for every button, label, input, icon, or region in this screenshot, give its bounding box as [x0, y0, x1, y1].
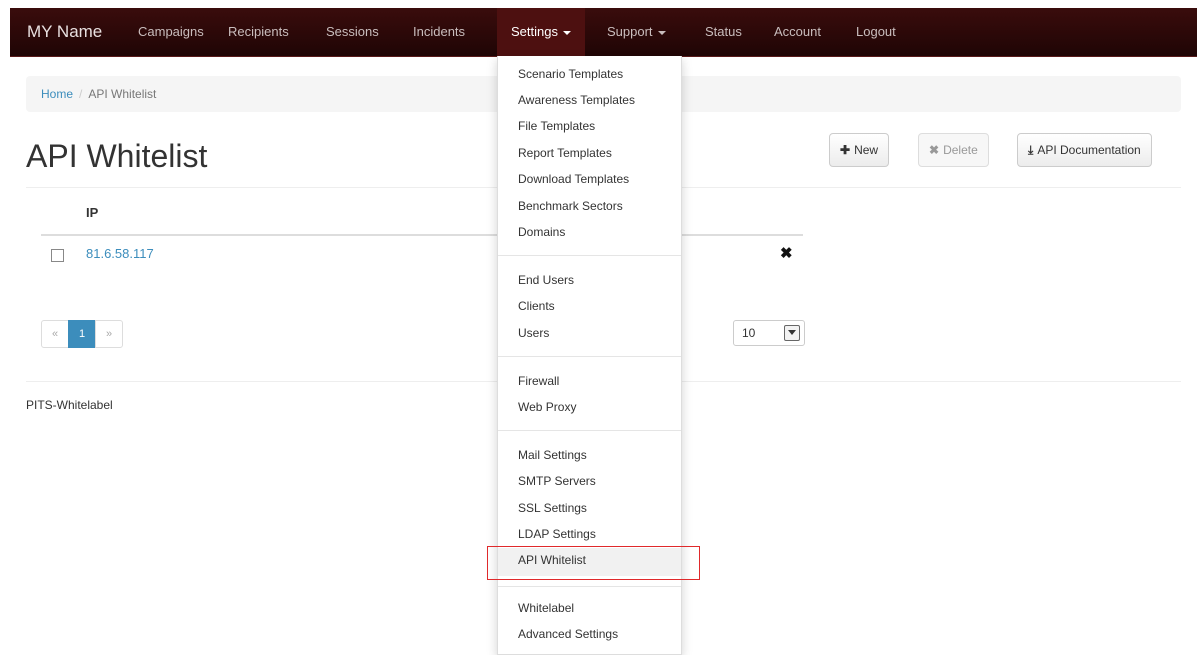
nav-sessions[interactable]: Sessions: [326, 8, 379, 56]
pagination: « 1 »: [41, 320, 123, 348]
menu-item-clients[interactable]: Clients: [518, 299, 555, 313]
nav-account[interactable]: Account: [774, 8, 821, 56]
page-title: API Whitelist: [26, 138, 208, 174]
menu-divider: [498, 430, 681, 431]
delete-button-label: Delete: [943, 143, 978, 157]
menu-item-ldap-settings[interactable]: LDAP Settings: [518, 527, 596, 541]
menu-item-users[interactable]: Users: [518, 326, 549, 340]
new-button-label: New: [854, 143, 879, 157]
menu-item-download-templates[interactable]: Download Templates: [518, 172, 629, 186]
menu-divider: [498, 356, 681, 357]
menu-item-report-templates[interactable]: Report Templates: [518, 146, 612, 160]
page-size-value: 10: [742, 326, 756, 340]
pagination-prev[interactable]: «: [41, 320, 69, 348]
breadcrumb-current: API Whitelist: [88, 87, 157, 101]
menu-item-file-templates[interactable]: File Templates: [518, 119, 595, 133]
menu-item-whitelabel[interactable]: Whitelabel: [518, 601, 574, 615]
pagination-page-1[interactable]: 1: [68, 320, 96, 348]
chevron-down-icon[interactable]: [784, 325, 800, 341]
nav-campaigns[interactable]: Campaigns: [138, 8, 204, 56]
menu-item-scenario-templates[interactable]: Scenario Templates: [518, 67, 623, 81]
row-ip-link[interactable]: 81.6.58.117: [86, 246, 154, 261]
nav-settings[interactable]: Settings: [497, 8, 585, 56]
menu-item-web-proxy[interactable]: Web Proxy: [518, 400, 576, 414]
highlight-box: [487, 546, 700, 580]
brand-logo[interactable]: MY Name: [27, 8, 102, 56]
menu-item-firewall[interactable]: Firewall: [518, 374, 559, 388]
menu-item-ssl-settings[interactable]: SSL Settings: [518, 501, 587, 515]
new-button[interactable]: ✚ New: [829, 133, 890, 167]
nav-support[interactable]: Support: [607, 8, 666, 56]
menu-item-domains[interactable]: Domains: [518, 225, 565, 239]
nav-support-label: Support: [607, 24, 653, 39]
menu-item-benchmark-sectors[interactable]: Benchmark Sectors: [518, 199, 623, 213]
breadcrumb-separator: /: [79, 87, 83, 101]
api-documentation-label: API Documentation: [1037, 143, 1141, 157]
download-icon: ⤓: [1028, 143, 1034, 157]
menu-item-smtp-servers[interactable]: SMTP Servers: [518, 474, 596, 488]
nav-status[interactable]: Status: [705, 8, 742, 56]
nav-settings-label: Settings: [511, 24, 558, 39]
menu-item-awareness-templates[interactable]: Awareness Templates: [518, 93, 635, 107]
top-navbar: MY Name Campaigns Recipients Sessions In…: [10, 8, 1197, 57]
plus-icon: ✚: [840, 143, 851, 157]
pagination-next[interactable]: »: [95, 320, 123, 348]
row-checkbox[interactable]: [51, 249, 64, 262]
page-size-select[interactable]: 10: [733, 320, 805, 346]
settings-dropdown-menu: Scenario Templates Awareness Templates F…: [487, 56, 700, 655]
caret-down-icon: [562, 30, 571, 35]
menu-divider: [498, 255, 681, 256]
caret-down-icon: [657, 30, 666, 35]
footer-text: PITS-Whitelabel: [26, 398, 113, 412]
delete-button[interactable]: ✖ Delete: [918, 133, 989, 167]
times-icon: ✖: [929, 143, 940, 157]
table-header-rule: [41, 234, 803, 236]
nav-incidents[interactable]: Incidents: [413, 8, 465, 56]
times-icon[interactable]: ✖: [780, 244, 793, 262]
menu-divider: [498, 586, 681, 587]
column-header-ip[interactable]: IP: [86, 205, 98, 220]
menu-item-end-users[interactable]: End Users: [518, 273, 574, 287]
menu-item-mail-settings[interactable]: Mail Settings: [518, 448, 587, 462]
api-documentation-button[interactable]: ⤓ API Documentation: [1017, 133, 1152, 167]
menu-item-advanced-settings[interactable]: Advanced Settings: [518, 627, 618, 641]
breadcrumb-home[interactable]: Home: [41, 87, 73, 101]
nav-recipients[interactable]: Recipients: [228, 8, 289, 56]
nav-logout[interactable]: Logout: [856, 8, 896, 56]
